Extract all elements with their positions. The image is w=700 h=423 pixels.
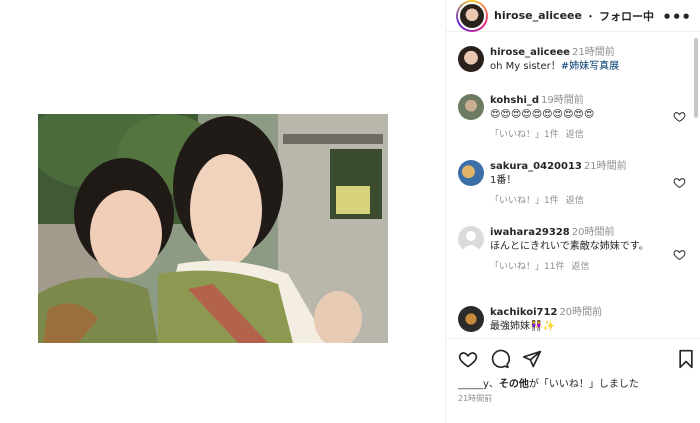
comment-text: 1番！ (490, 175, 517, 186)
default-avatar-icon (461, 231, 481, 252)
comment-time: 19時間前 (541, 95, 584, 106)
comment-icon[interactable] (490, 349, 510, 369)
likes-sep: 、 (488, 379, 499, 390)
reply-button[interactable]: 返信 (566, 196, 584, 206)
more-icon[interactable]: ••• (662, 8, 691, 26)
comment-username[interactable]: sakura_0420013 (490, 161, 582, 172)
share-icon[interactable] (522, 349, 542, 369)
commenter-avatar[interactable] (458, 226, 484, 252)
author-username[interactable]: hirose_aliceee (494, 9, 582, 22)
caption-text: oh My sister！ (490, 61, 561, 72)
commenter-avatar[interactable] (458, 306, 484, 332)
post-side-panel: hirose_aliceee ・ フォロー中 ••• hirose_alicee… (445, 0, 700, 423)
comment-username[interactable]: kohshi_d (490, 95, 539, 106)
likes-suffix: が「いいね！」しました (528, 379, 639, 390)
header-separator: ・ (584, 9, 596, 23)
caption-avatar[interactable] (458, 46, 484, 72)
reply-button[interactable]: 返信 (571, 262, 589, 272)
comment-text: ほんとにきれいで素敵な姉妹です。 (490, 241, 649, 252)
reply-button[interactable]: 返信 (566, 130, 584, 140)
comments-list: hirose_aliceee 21時間前 oh My sister！#姉妹写真展 … (446, 38, 691, 336)
comment-text: 最強姉妹👭✨ (490, 321, 555, 332)
media-pane (0, 0, 445, 423)
comment-time: 20時間前 (571, 227, 615, 238)
comment-likes[interactable]: 「いいね！」1件 (490, 196, 559, 206)
likes-others[interactable]: その他 (499, 379, 529, 390)
heart-icon[interactable] (673, 110, 686, 123)
comments-scrollbar[interactable] (694, 38, 698, 118)
post-actions: _____y、その他が「いいね！」しました 21時間前 (446, 338, 700, 423)
following-button[interactable]: フォロー中 (599, 8, 654, 24)
comment-likes[interactable]: 「いいね！」1件 (490, 130, 559, 140)
heart-icon[interactable] (673, 248, 686, 261)
post-photo[interactable] (38, 114, 388, 343)
comment-username[interactable]: iwahara29328 (490, 227, 570, 238)
commenter-avatar[interactable] (458, 94, 484, 120)
caption-time: 21時間前 (571, 47, 615, 58)
likes-summary[interactable]: _____y、その他が「いいね！」しました (458, 375, 639, 390)
post-header: hirose_aliceee ・ フォロー中 ••• (446, 0, 700, 32)
caption-hashtag[interactable]: #姉妹写真展 (561, 61, 619, 72)
comment-text: 😍😍😍😍😍😍😍😍😍😍 (490, 109, 595, 120)
comment-likes[interactable]: 「いいね！」11件 (490, 262, 564, 272)
commenter-avatar[interactable] (458, 160, 484, 186)
likes-user[interactable]: _____y (458, 379, 489, 390)
heart-icon[interactable] (673, 176, 686, 189)
comment-username[interactable]: kachikoi712 (490, 307, 557, 318)
post-timestamp: 21時間前 (458, 394, 493, 403)
bookmark-icon[interactable] (676, 349, 696, 369)
heart-icon[interactable] (458, 349, 478, 369)
author-avatar[interactable] (456, 0, 488, 32)
caption-username[interactable]: hirose_aliceee (490, 47, 570, 58)
comment-time: 21時間前 (583, 161, 627, 172)
comment-time: 20時間前 (559, 307, 603, 318)
